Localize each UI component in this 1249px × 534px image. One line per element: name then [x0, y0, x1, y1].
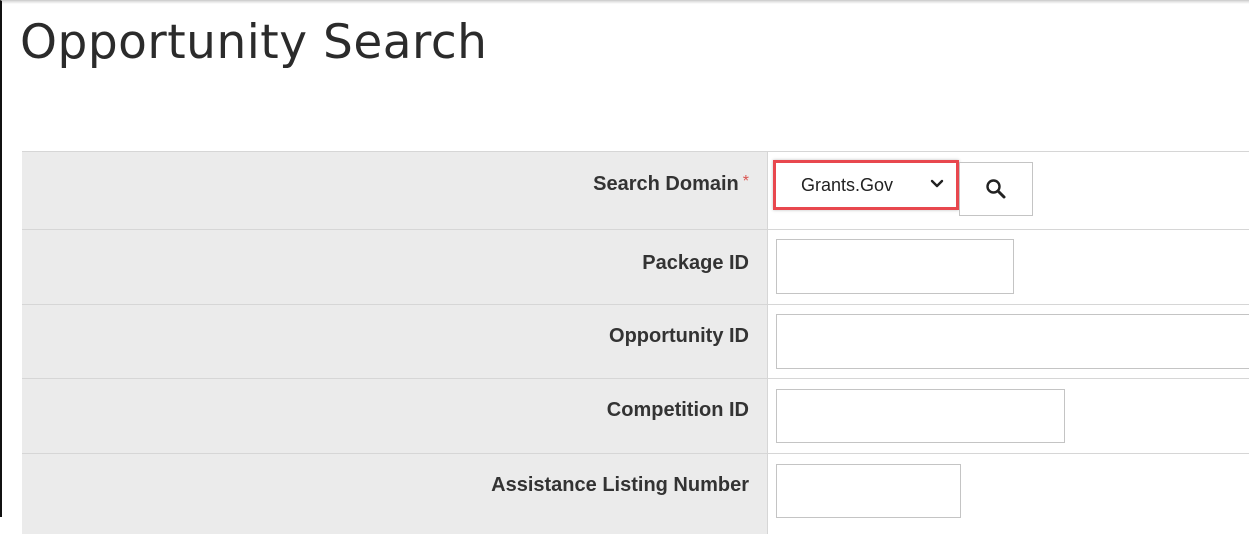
search-domain-label: Search Domain: [593, 173, 739, 195]
opportunity-id-label: Opportunity ID: [609, 325, 749, 347]
package-id-input[interactable]: [776, 239, 1014, 294]
assistance-listing-number-label: Assistance Listing Number: [491, 474, 749, 496]
row-opportunity-id: Opportunity ID: [22, 305, 1249, 379]
competition-id-input[interactable]: [776, 389, 1065, 443]
search-domain-label-cell: Search Domain *: [22, 152, 768, 229]
row-search-domain: Search Domain * Grants.Gov: [22, 152, 1249, 230]
search-form: Search Domain * Grants.Gov Package ID Op…: [22, 151, 1249, 534]
assistance-listing-number-field-cell: [768, 454, 1249, 534]
row-assistance-listing-number: Assistance Listing Number: [22, 454, 1249, 534]
opportunity-id-label-cell: Opportunity ID: [22, 305, 768, 378]
opportunity-id-field-cell: [768, 305, 1249, 378]
required-marker: *: [742, 173, 749, 190]
assistance-listing-number-input[interactable]: [776, 464, 961, 518]
competition-id-label: Competition ID: [606, 399, 749, 421]
opportunity-id-input[interactable]: [776, 314, 1249, 369]
row-package-id: Package ID: [22, 230, 1249, 305]
highlight-box: [773, 160, 959, 210]
page-title: Opportunity Search: [20, 15, 488, 70]
search-icon: [986, 179, 1006, 199]
row-competition-id: Competition ID: [22, 379, 1249, 454]
search-domain-field-cell: Grants.Gov: [768, 152, 1249, 229]
package-id-label: Package ID: [642, 252, 749, 274]
package-id-label-cell: Package ID: [22, 230, 768, 304]
competition-id-label-cell: Competition ID: [22, 379, 768, 453]
package-id-field-cell: [768, 230, 1249, 304]
competition-id-field-cell: [768, 379, 1249, 453]
domain-search-button[interactable]: [959, 162, 1033, 216]
page-frame: Opportunity Search Search Domain * Grants…: [0, 0, 1249, 534]
assistance-listing-number-label-cell: Assistance Listing Number: [22, 454, 768, 534]
